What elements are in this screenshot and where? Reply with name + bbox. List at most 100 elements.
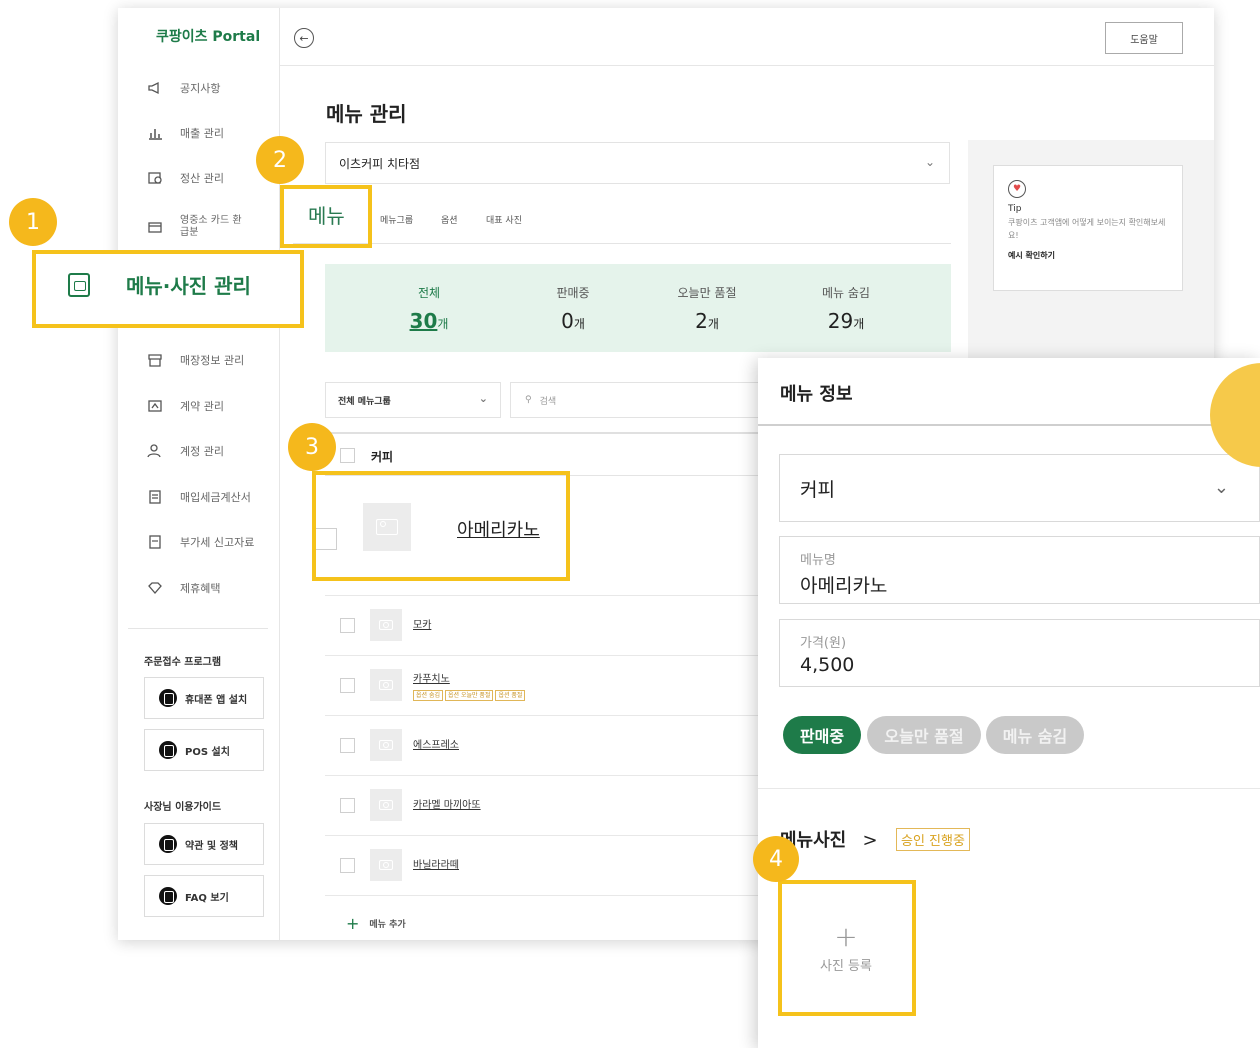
stat-value: 0 [561, 309, 574, 333]
diamond-icon [146, 580, 164, 596]
menu-name[interactable]: 바닐라라떼 [413, 856, 459, 871]
top-bar: ← 도움말 [280, 8, 1214, 66]
book-icon [159, 835, 177, 853]
stat-on-sale[interactable]: 판매중 0개 [518, 284, 628, 333]
sidebar-item-label: 매출 관리 [180, 127, 224, 140]
list-item[interactable]: 에스프레소 [325, 716, 775, 776]
highlight-box-add-photo [778, 880, 916, 1016]
help-button[interactable]: 도움말 [1105, 22, 1183, 54]
list-item[interactable]: 모카 [325, 596, 775, 656]
status-badge: 옵션 오늘만 품절 [445, 690, 494, 701]
arrow-left-icon[interactable]: ← [294, 28, 314, 48]
sidebar-item-vat[interactable]: 부가세 신고자료 [146, 530, 254, 554]
tip-example-link[interactable]: 예시 확인하기 [1008, 250, 1168, 261]
stat-label: 메뉴 숨김 [822, 286, 870, 300]
terms-button[interactable]: 약관 및 정책 [144, 823, 264, 865]
menu-name[interactable]: 모카 [413, 616, 431, 631]
tip-card: ♥ Tip 쿠팡이츠 고객앱에 어떻게 보이는지 확인해보세요! 예시 확인하기 [993, 165, 1183, 291]
panel-divider [758, 788, 1260, 789]
tab-main-photo[interactable]: 대표 사진 [486, 213, 522, 226]
menu-name[interactable]: 카푸치노 [413, 670, 450, 685]
highlight-box-menu-tab [280, 185, 372, 248]
sidebar-item-store-info[interactable]: 매장정보 관리 [146, 348, 244, 372]
stat-sold-out-today[interactable]: 오늘만 품절 2개 [652, 284, 762, 333]
photo-placeholder [370, 669, 402, 701]
sidebar: 쿠팡이츠 Portal 공지사항 매출 관리 정산 관리 영중소 카드 환급분 … [118, 8, 280, 940]
price-label: 가격(원) [800, 636, 847, 651]
menu-name-field[interactable]: 메뉴명 아메리카노 [779, 536, 1260, 604]
stat-value: 29 [827, 309, 854, 333]
stat-hidden[interactable]: 메뉴 숨김 29개 [791, 284, 901, 333]
row-checkbox[interactable] [340, 858, 355, 873]
menu-name[interactable]: 카라멜 마끼아또 [413, 796, 481, 811]
row-checkbox[interactable] [340, 618, 355, 633]
camera-icon [379, 740, 393, 750]
step-marker-2: 2 [256, 136, 304, 184]
on-sale-button[interactable]: 판매중 [783, 716, 861, 754]
pos-install-button[interactable]: POS 설치 [144, 729, 264, 771]
hide-menu-button[interactable]: 메뉴 숨김 [986, 716, 1084, 754]
stat-value: 2 [695, 309, 708, 333]
app-install-label: 휴대폰 앱 설치 [185, 694, 248, 706]
step-marker-3: 3 [288, 423, 336, 471]
sidebar-item-contract[interactable]: 계약 관리 [146, 394, 224, 418]
row-checkbox[interactable] [340, 678, 355, 693]
sidebar-item-sales[interactable]: 매출 관리 [146, 121, 224, 145]
menu-tabs: 메뉴 메뉴그룹 옵션 대표 사진 [293, 204, 951, 244]
menu-name[interactable]: 에스프레소 [413, 736, 459, 751]
stat-label: 판매중 [556, 286, 590, 300]
sidebar-item-partner-benefits[interactable]: 제휴혜택 [146, 576, 220, 600]
price-field[interactable]: 가격(원) 4,500 [779, 619, 1260, 687]
sidebar-item-tax-invoice[interactable]: 매입세금계산서 [146, 485, 251, 509]
sidebar-item-label: 제휴혜택 [180, 582, 221, 595]
list-item[interactable]: 카푸치노 옵션 숨김 옵션 오늘만 품절 옵션 품절 [325, 656, 775, 716]
search-input[interactable]: ⚲ 검색 [510, 382, 770, 418]
sidebar-item-label: 계정 관리 [180, 445, 224, 458]
camera-icon [379, 860, 393, 870]
sidebar-divider [128, 628, 268, 629]
sidebar-item-label: 계약 관리 [180, 400, 224, 413]
list-item[interactable]: 바닐라라떼 [325, 836, 775, 896]
page-title: 메뉴 관리 [326, 102, 407, 126]
stat-label: 전체 [417, 286, 441, 300]
tab-options[interactable]: 옵션 [441, 213, 458, 226]
approval-status-badge: 승인 진행중 [896, 828, 970, 851]
user-icon [146, 443, 164, 459]
sidebar-item-label: 매입세금계산서 [180, 491, 251, 504]
menu-group-select[interactable]: 전체 메뉴그룹 ⌄ [325, 382, 501, 418]
chevron-right-icon: > [862, 830, 878, 851]
category-label: 커피 [371, 450, 394, 464]
add-menu-button[interactable]: + 메뉴 추가 [346, 914, 406, 933]
menu-name-label: 메뉴명 [800, 553, 836, 568]
sidebar-item-settlement[interactable]: 정산 관리 [146, 166, 224, 190]
sidebar-item-notice[interactable]: 공지사항 [146, 76, 220, 100]
search-icon: ⚲ [525, 395, 532, 405]
sidebar-item-menu-photo[interactable]: 메뉴·사진 관리 [68, 270, 251, 299]
price-value: 4,500 [800, 654, 855, 676]
row-checkbox[interactable] [340, 738, 355, 753]
stat-total[interactable]: 전체 30개 [374, 284, 484, 333]
card-icon [146, 219, 164, 235]
sold-out-today-button[interactable]: 오늘만 품절 [867, 716, 981, 754]
status-badge: 옵션 숨김 [413, 690, 443, 701]
stat-unit: 개 [853, 317, 865, 331]
sidebar-item-account[interactable]: 계정 관리 [146, 439, 224, 463]
photo-placeholder [370, 849, 402, 881]
sidebar-item-card-refund[interactable]: 영중소 카드 환급분 [146, 212, 244, 242]
app-install-button[interactable]: 휴대폰 앱 설치 [144, 677, 264, 719]
tab-menu-group[interactable]: 메뉴그룹 [380, 213, 413, 226]
camera-icon [379, 620, 393, 630]
sidebar-item-label: 공지사항 [180, 82, 221, 95]
portal-logo[interactable]: 쿠팡이츠 Portal [156, 26, 260, 46]
list-item[interactable]: 카라멜 마끼아또 [325, 776, 775, 836]
megaphone-icon [146, 80, 164, 96]
order-program-title: 주문접수 프로그램 [144, 657, 222, 668]
chevron-down-icon: ⌄ [924, 155, 935, 169]
camera-icon [379, 800, 393, 810]
contract-icon [146, 398, 164, 414]
row-checkbox[interactable] [340, 798, 355, 813]
menu-group-field[interactable]: 커피 ⌄ [779, 454, 1260, 522]
faq-button[interactable]: FAQ 보기 [144, 875, 264, 917]
category-checkbox[interactable] [340, 448, 355, 463]
store-select[interactable]: 이츠커피 치타점 ⌄ [325, 142, 950, 184]
